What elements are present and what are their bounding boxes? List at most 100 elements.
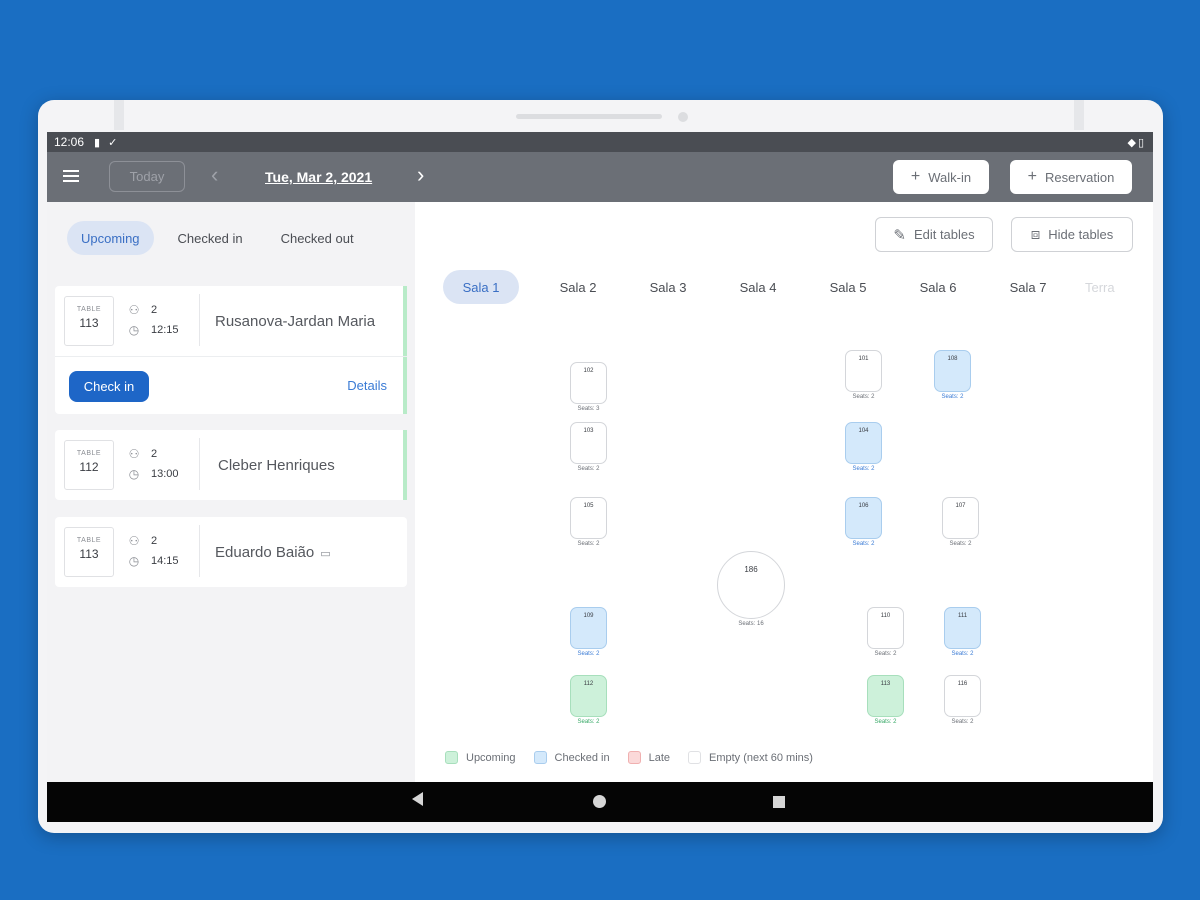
note-icon: ▭ xyxy=(320,548,331,560)
seat-count-label: Seats: 2 xyxy=(852,541,875,547)
guest-count: 2 xyxy=(151,304,158,316)
table-number: 111 xyxy=(957,613,968,619)
table-109[interactable]: 109 xyxy=(570,607,607,649)
menu-icon[interactable] xyxy=(63,170,79,182)
table-badge-label: TABLE xyxy=(76,306,102,313)
reservation-label: Reservation xyxy=(1044,169,1115,185)
today-button[interactable]: Today xyxy=(109,161,185,192)
date-label[interactable]: Tue, Mar 2, 2021 xyxy=(265,169,372,185)
seat-count-label: Seats: 2 xyxy=(941,394,964,400)
tab-terrace[interactable]: Terra xyxy=(1073,270,1133,304)
tab-sala-7[interactable]: Sala 7 xyxy=(983,270,1073,304)
table-186[interactable]: 186 xyxy=(717,551,785,619)
reservation-list-pane: Upcoming Checked in Checked out TABLE 11… xyxy=(47,202,415,782)
table-number: 106 xyxy=(858,503,869,509)
legend-label: Upcoming xyxy=(466,751,516,764)
reservation-card[interactable]: TABLE 113 ⚇ 2 ◷ 14:15 Eduardo Baião ▭ xyxy=(55,517,407,587)
tab-checked-out[interactable]: Checked out xyxy=(267,221,368,255)
legend-label: Late xyxy=(648,751,670,764)
tab-sala-3[interactable]: Sala 3 xyxy=(623,270,713,304)
tablet-screen: 12:06 ▮ ✓ ◆▯ Today ‹ Tue, Mar 2, 2021 › … xyxy=(47,132,1153,822)
table-108[interactable]: 108 xyxy=(934,350,971,392)
tab-sala-4[interactable]: Sala 4 xyxy=(713,270,803,304)
clock-icon: ◷ xyxy=(128,554,140,568)
reservation-time: 13:00 xyxy=(151,468,179,480)
floor-plan: 102 Seats: 3 103 Seats: 2 105 Seats: 2 109 Seat… xyxy=(415,332,1153,742)
tab-upcoming[interactable]: Upcoming xyxy=(67,221,154,255)
table-111[interactable]: 111 xyxy=(944,607,981,649)
seat-count-label: Seats: 2 xyxy=(949,541,972,547)
table-107[interactable]: 107 xyxy=(942,497,979,539)
guest-name: Rusanova-Jardan Maria xyxy=(215,313,376,330)
reservation-meta: ⚇ 2 ◷ 14:15 xyxy=(127,531,179,571)
divider xyxy=(199,525,200,577)
app-bar: Today ‹ Tue, Mar 2, 2021 › + Walk-in + R… xyxy=(47,152,1153,202)
table-number: 116 xyxy=(957,681,968,687)
back-icon[interactable] xyxy=(412,792,423,806)
pencil-icon: ✎ xyxy=(893,226,906,244)
legend-label: Checked in xyxy=(554,751,610,764)
guest-name: Eduardo Baião ▭ xyxy=(215,544,331,561)
table-101[interactable]: 101 xyxy=(845,350,882,392)
table-number: 112 xyxy=(79,460,99,474)
table-badge: TABLE 112 xyxy=(64,440,114,490)
seat-count-label: Seats: 2 xyxy=(577,651,600,657)
recent-apps-icon[interactable] xyxy=(773,796,785,808)
signal-icons: ◆▯ xyxy=(1127,136,1146,149)
table-112[interactable]: 112 xyxy=(570,675,607,717)
table-106[interactable]: 106 xyxy=(845,497,882,539)
reservation-card[interactable]: TABLE 112 ⚇ 2 ◷ 13:00 Cleber Henriques xyxy=(55,430,407,500)
legend-item-checked-in: Checked in xyxy=(533,751,610,764)
guests-icon: ⚇ xyxy=(128,447,140,461)
table-113[interactable]: 113 xyxy=(867,675,904,717)
seat-count-label: Seats: 2 xyxy=(951,719,974,725)
tablet-speaker xyxy=(516,114,662,119)
table-number: 102 xyxy=(583,368,594,374)
seat-count-label: Seats: 2 xyxy=(577,541,600,547)
tab-sala-1[interactable]: Sala 1 xyxy=(443,270,519,304)
tablet-camera xyxy=(678,112,688,122)
hide-tables-label: Hide tables xyxy=(1048,227,1114,242)
tab-sala-6[interactable]: Sala 6 xyxy=(893,270,983,304)
reservation-time: 12:15 xyxy=(151,324,179,336)
legend-item-upcoming: Upcoming xyxy=(445,751,516,764)
table-number: 104 xyxy=(858,428,869,434)
table-number: 109 xyxy=(583,613,594,619)
reservation-card[interactable]: TABLE 113 ⚇ 2 ◷ 12:15 Rusanova-Jardan Mari… xyxy=(55,286,407,414)
reservation-meta: ⚇ 2 ◷ 12:15 xyxy=(127,300,179,340)
sala-tabs: Sala 1 Sala 2 Sala 3 Sala 4 Sala 5 Sala … xyxy=(443,270,1133,304)
table-103[interactable]: 103 xyxy=(570,422,607,464)
grid-hide-icon: ⧈ xyxy=(1030,226,1041,243)
table-number: 113 xyxy=(79,316,99,330)
table-110[interactable]: 110 xyxy=(867,607,904,649)
table-105[interactable]: 105 xyxy=(570,497,607,539)
status-bar: 12:06 ▮ ✓ ◆▯ xyxy=(47,132,1153,152)
table-116[interactable]: 116 xyxy=(944,675,981,717)
seat-count-label: Seats: 2 xyxy=(874,651,897,657)
details-link[interactable]: Details xyxy=(347,378,387,393)
guest-count: 2 xyxy=(151,448,158,460)
guest-count: 2 xyxy=(151,535,158,547)
status-time: 12:06 xyxy=(54,135,85,149)
reservation-meta: ⚇ 2 ◷ 13:00 xyxy=(127,444,179,484)
reservation-button[interactable]: + Reservation xyxy=(1010,160,1132,194)
home-icon[interactable] xyxy=(593,795,606,808)
hide-tables-button[interactable]: ⧈ Hide tables xyxy=(1011,217,1133,252)
tab-checked-in[interactable]: Checked in xyxy=(164,221,257,255)
chevron-right-icon[interactable]: › xyxy=(417,162,424,188)
table-number: 103 xyxy=(583,428,594,434)
table-badge: TABLE 113 xyxy=(64,296,114,346)
battery-icon: ▮ xyxy=(94,136,101,149)
edit-tables-button[interactable]: ✎ Edit tables xyxy=(875,217,993,252)
table-102[interactable]: 102 xyxy=(570,362,607,404)
plus-icon: + xyxy=(1027,168,1037,185)
table-104[interactable]: 104 xyxy=(845,422,882,464)
check-in-button[interactable]: Check in xyxy=(69,371,149,402)
tab-sala-5[interactable]: Sala 5 xyxy=(803,270,893,304)
walk-in-button[interactable]: + Walk-in xyxy=(893,160,989,194)
tab-sala-2[interactable]: Sala 2 xyxy=(533,270,623,304)
chevron-left-icon[interactable]: ‹ xyxy=(211,162,218,188)
table-number: 112 xyxy=(583,681,594,687)
table-badge-label: TABLE xyxy=(76,450,102,457)
table-badge-label: TABLE xyxy=(76,537,102,544)
